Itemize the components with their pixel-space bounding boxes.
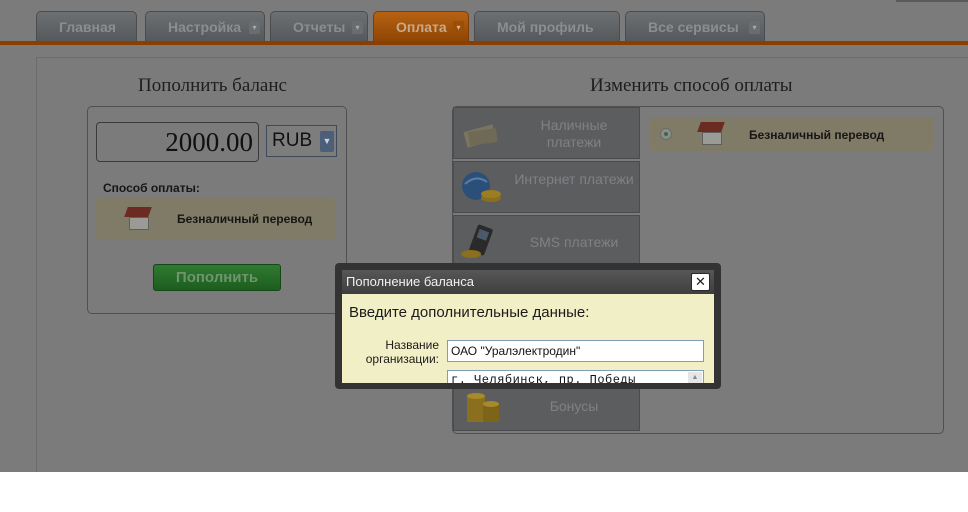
house-icon [124,207,152,231]
tab-payment[interactable]: Оплата ▾ [373,11,469,42]
house-icon [697,122,725,146]
tab-label: Все сервисы [648,19,739,35]
address-textarea[interactable]: г. Челябинск, пр. Победы ▲ [447,370,704,383]
dialog-title-bar[interactable]: Пополнение баланса ✕ [342,270,714,294]
selected-method-text: Безналичный перевод [177,212,313,226]
topup-dialog: Пополнение баланса ✕ Введите дополнитель… [335,263,721,389]
tab-home[interactable]: Главная [36,11,137,42]
tab-label: Оплата [396,19,447,35]
method-label: SMS платежи [529,234,619,250]
method-item-cash[interactable]: Наличные платежи [453,107,640,159]
tab-settings[interactable]: Настройка ▾ [145,11,265,42]
change-method-heading: Изменить способ оплаты [590,75,793,96]
address-text: г. Челябинск, пр. Победы [451,373,636,383]
dialog-body: Введите дополнительные данные: Название … [342,294,714,383]
method-label: Наличные платежи [540,117,608,150]
payment-method-label: Способ оплаты: [103,181,200,195]
dialog-title: Пополнение баланса [346,274,474,289]
method-item-internet[interactable]: Интернет платежи [453,161,640,213]
selected-method-option-label: Безналичный перевод [749,128,885,142]
topup-button[interactable]: Пополнить [153,264,281,291]
nav-corner-line [896,0,968,2]
mobile-phone-icon [459,222,503,262]
top-nav: Главная Настройка ▾ Отчеты ▾ Оплата ▾ Мо… [0,0,968,46]
chevron-down-icon[interactable]: ▾ [453,21,464,34]
tab-my-profile[interactable]: Мой профиль [474,11,620,42]
tab-label: Мой профиль [497,19,594,35]
method-label: Интернет платежи [514,171,634,187]
page-overlay: Главная Настройка ▾ Отчеты ▾ Оплата ▾ Мо… [0,0,968,472]
radio-button-selected[interactable] [660,128,672,140]
nav-divider [0,41,968,45]
topup-heading: Пополнить баланс [138,75,287,96]
currency-value: RUB [272,130,313,151]
close-button[interactable]: ✕ [691,273,710,291]
chevron-down-icon[interactable]: ▾ [352,21,363,34]
org-name-input[interactable]: ОАО "Уралэлектродин" [447,340,704,362]
cash-icon [459,114,503,154]
tab-label: Настройка [168,19,242,35]
dialog-prompt: Введите дополнительные данные: [349,304,590,321]
chevron-down-icon[interactable]: ▼ [320,131,334,152]
chevron-down-icon[interactable]: ▾ [749,21,760,34]
org-name-label: Название организации: [365,338,439,366]
tab-all-services[interactable]: Все сервисы ▾ [625,11,765,42]
tab-reports[interactable]: Отчеты ▾ [270,11,368,42]
coin-stack-icon [459,386,503,426]
globe-coins-icon [459,168,503,208]
tab-label: Отчеты [293,19,346,35]
currency-select[interactable]: RUB ▼ [266,125,337,157]
tab-label: Главная [59,19,116,35]
amount-input[interactable]: 2000.00 [96,122,259,162]
chevron-down-icon[interactable]: ▾ [249,21,260,34]
scroll-up-icon[interactable]: ▲ [688,372,702,383]
method-item-sms[interactable]: SMS платежи [453,215,640,267]
method-label: Бонусы [549,398,599,414]
